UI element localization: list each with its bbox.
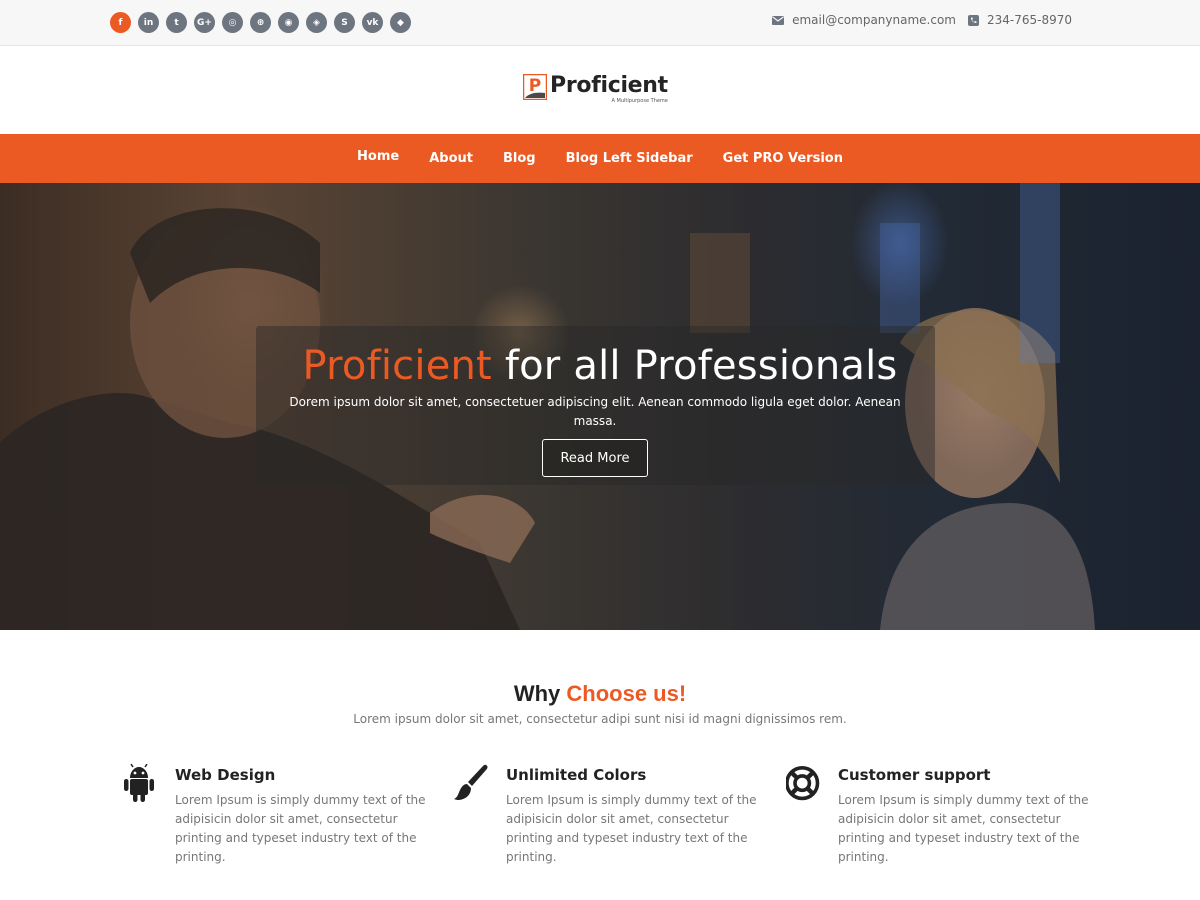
linkedin-icon[interactable]: in [138,12,159,33]
site-logo[interactable]: P Proficient A Multipurpose Theme [522,73,668,104]
hero-title: Proficient for all Professionals [0,343,1200,389]
nav-item-about[interactable]: About [429,151,473,166]
section-title-accent: Choose us! [566,681,687,706]
hero-subtitle: Dorem ipsum dolor sit amet, consectetuer… [289,395,901,428]
phone-text[interactable]: 234-765-8970 [987,13,1072,27]
feature-customer-support: Customer support Lorem Ipsum is simply d… [786,764,1089,874]
hero-banner: Proficient for all Professionals Dorem i… [0,183,1200,630]
phone-contact[interactable]: 234-765-8970 [967,13,1072,27]
contact-info: email@companyname.com 234-765-8970 [772,13,1072,27]
dribbble-icon[interactable]: ⊕ [250,12,271,33]
feature-title: Customer support [838,766,991,784]
nav-item-get-pro[interactable]: Get PRO Version [723,151,843,166]
hero-title-accent: Proficient [302,343,492,389]
nav-item-blog[interactable]: Blog [503,151,536,166]
nav-item-home[interactable]: Home [357,149,399,164]
foursquare-icon[interactable]: ◆ [390,12,411,33]
header: P Proficient A Multipurpose Theme [0,47,1200,134]
feature-text: Lorem Ipsum is simply dummy text of the … [506,793,757,864]
logo-name: Proficient [550,73,668,98]
svg-text:P: P [529,76,541,96]
facebook-icon[interactable]: f [110,12,131,33]
google-plus-icon[interactable]: G+ [194,12,215,33]
android-icon [124,764,154,802]
main-nav: Home About Blog Blog Left Sidebar Get PR… [0,134,1200,183]
logo-mark-icon: P [522,73,548,101]
hero-title-rest: for all Professionals [491,343,898,389]
email-text[interactable]: email@companyname.com [792,13,956,27]
skype-icon[interactable]: S [334,12,355,33]
section-title-plain: Why [513,681,567,706]
paint-brush-icon [454,764,488,800]
section-subtitle: Lorem ipsum dolor sit amet, consectetur … [353,712,847,726]
instagram-icon[interactable]: ◎ [222,12,243,33]
social-links: f in t G+ ◎ ⊕ ◉ ◈ S vk ◆ [110,12,411,33]
envelope-icon [772,15,785,25]
email-contact[interactable]: email@companyname.com [772,13,956,27]
nav-item-blog-left-sidebar[interactable]: Blog Left Sidebar [566,151,693,166]
top-bar: f in t G+ ◎ ⊕ ◉ ◈ S vk ◆ email@companyna… [0,0,1200,46]
feature-title: Web Design [175,766,276,784]
github-icon[interactable]: ◉ [278,12,299,33]
read-more-button[interactable]: Read More [542,439,648,477]
feature-text: Lorem Ipsum is simply dummy text of the … [838,793,1089,864]
vk-icon[interactable]: vk [362,12,383,33]
stumbleupon-icon[interactable]: ◈ [306,12,327,33]
logo-tagline: A Multipurpose Theme [611,98,668,104]
feature-web-design: Web Design Lorem Ipsum is simply dummy t… [123,764,426,874]
feature-text: Lorem Ipsum is simply dummy text of the … [175,793,426,864]
feature-unlimited-colors: Unlimited Colors Lorem Ipsum is simply d… [454,764,757,874]
phone-icon [967,14,979,26]
life-ring-icon [786,766,820,801]
section-title: Why Choose us! [0,681,1200,707]
twitter-icon[interactable]: t [166,12,187,33]
feature-title: Unlimited Colors [506,766,647,784]
